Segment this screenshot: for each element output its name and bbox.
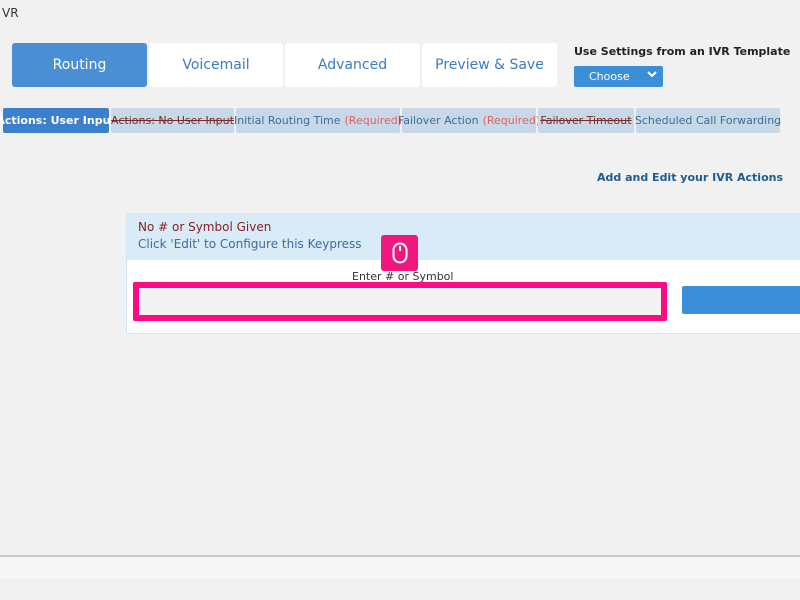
tab-preview-save[interactable]: Preview & Save xyxy=(422,43,557,87)
bottom-bar xyxy=(0,555,800,579)
subtab-scheduled-call-forwarding[interactable]: Scheduled Call Forwarding xyxy=(634,108,782,133)
template-label: Use Settings from an IVR Template xyxy=(574,45,791,58)
sub-tabs: Actions: User Input Actions: No User Inp… xyxy=(0,108,782,133)
subtab-initial-routing-time[interactable]: Initial Routing Time (Required) xyxy=(233,108,403,133)
add-edit-ivr-actions-link[interactable]: Add and Edit your IVR Actions xyxy=(597,171,783,184)
tab-routing[interactable]: Routing xyxy=(12,43,147,87)
main-tabs: Routing Voicemail Advanced Preview & Sav… xyxy=(12,43,559,87)
page-title: VR xyxy=(2,6,19,20)
chevron-down-icon xyxy=(647,68,657,85)
required-badge: (Required) xyxy=(482,114,541,127)
subtab-label: Initial Routing Time xyxy=(233,114,341,127)
subtab-label: Failover Action xyxy=(397,114,479,127)
subtab-label: Actions: No User Input xyxy=(111,114,234,127)
keypress-panel: No # or Symbol Given Click 'Edit' to Con… xyxy=(126,213,800,334)
required-badge: (Required) xyxy=(344,114,403,127)
subtab-user-input[interactable]: Actions: User Input xyxy=(0,108,116,133)
template-select-value: Choose xyxy=(589,70,630,83)
template-select[interactable]: Choose xyxy=(574,66,663,87)
subtab-label: Scheduled Call Forwarding xyxy=(634,114,782,127)
subtab-failover-action[interactable]: Failover Action (Required) xyxy=(398,108,540,133)
tab-voicemail[interactable]: Voicemail xyxy=(149,43,283,87)
keypress-title: No # or Symbol Given xyxy=(138,220,272,234)
keypress-subtitle: Click 'Edit' to Configure this Keypress xyxy=(138,237,362,251)
keypress-panel-header: No # or Symbol Given Click 'Edit' to Con… xyxy=(127,214,800,260)
subtab-failover-timeout[interactable]: Failover Timeout xyxy=(538,108,634,133)
tab-advanced[interactable]: Advanced xyxy=(285,43,420,87)
subtab-label: Actions: User Input xyxy=(0,114,116,127)
submit-button[interactable] xyxy=(682,286,800,314)
symbol-input[interactable] xyxy=(133,282,667,321)
subtab-no-user-input[interactable]: Actions: No User Input xyxy=(111,108,234,133)
subtab-label: Failover Timeout xyxy=(540,114,632,127)
mouse-icon xyxy=(381,235,418,271)
